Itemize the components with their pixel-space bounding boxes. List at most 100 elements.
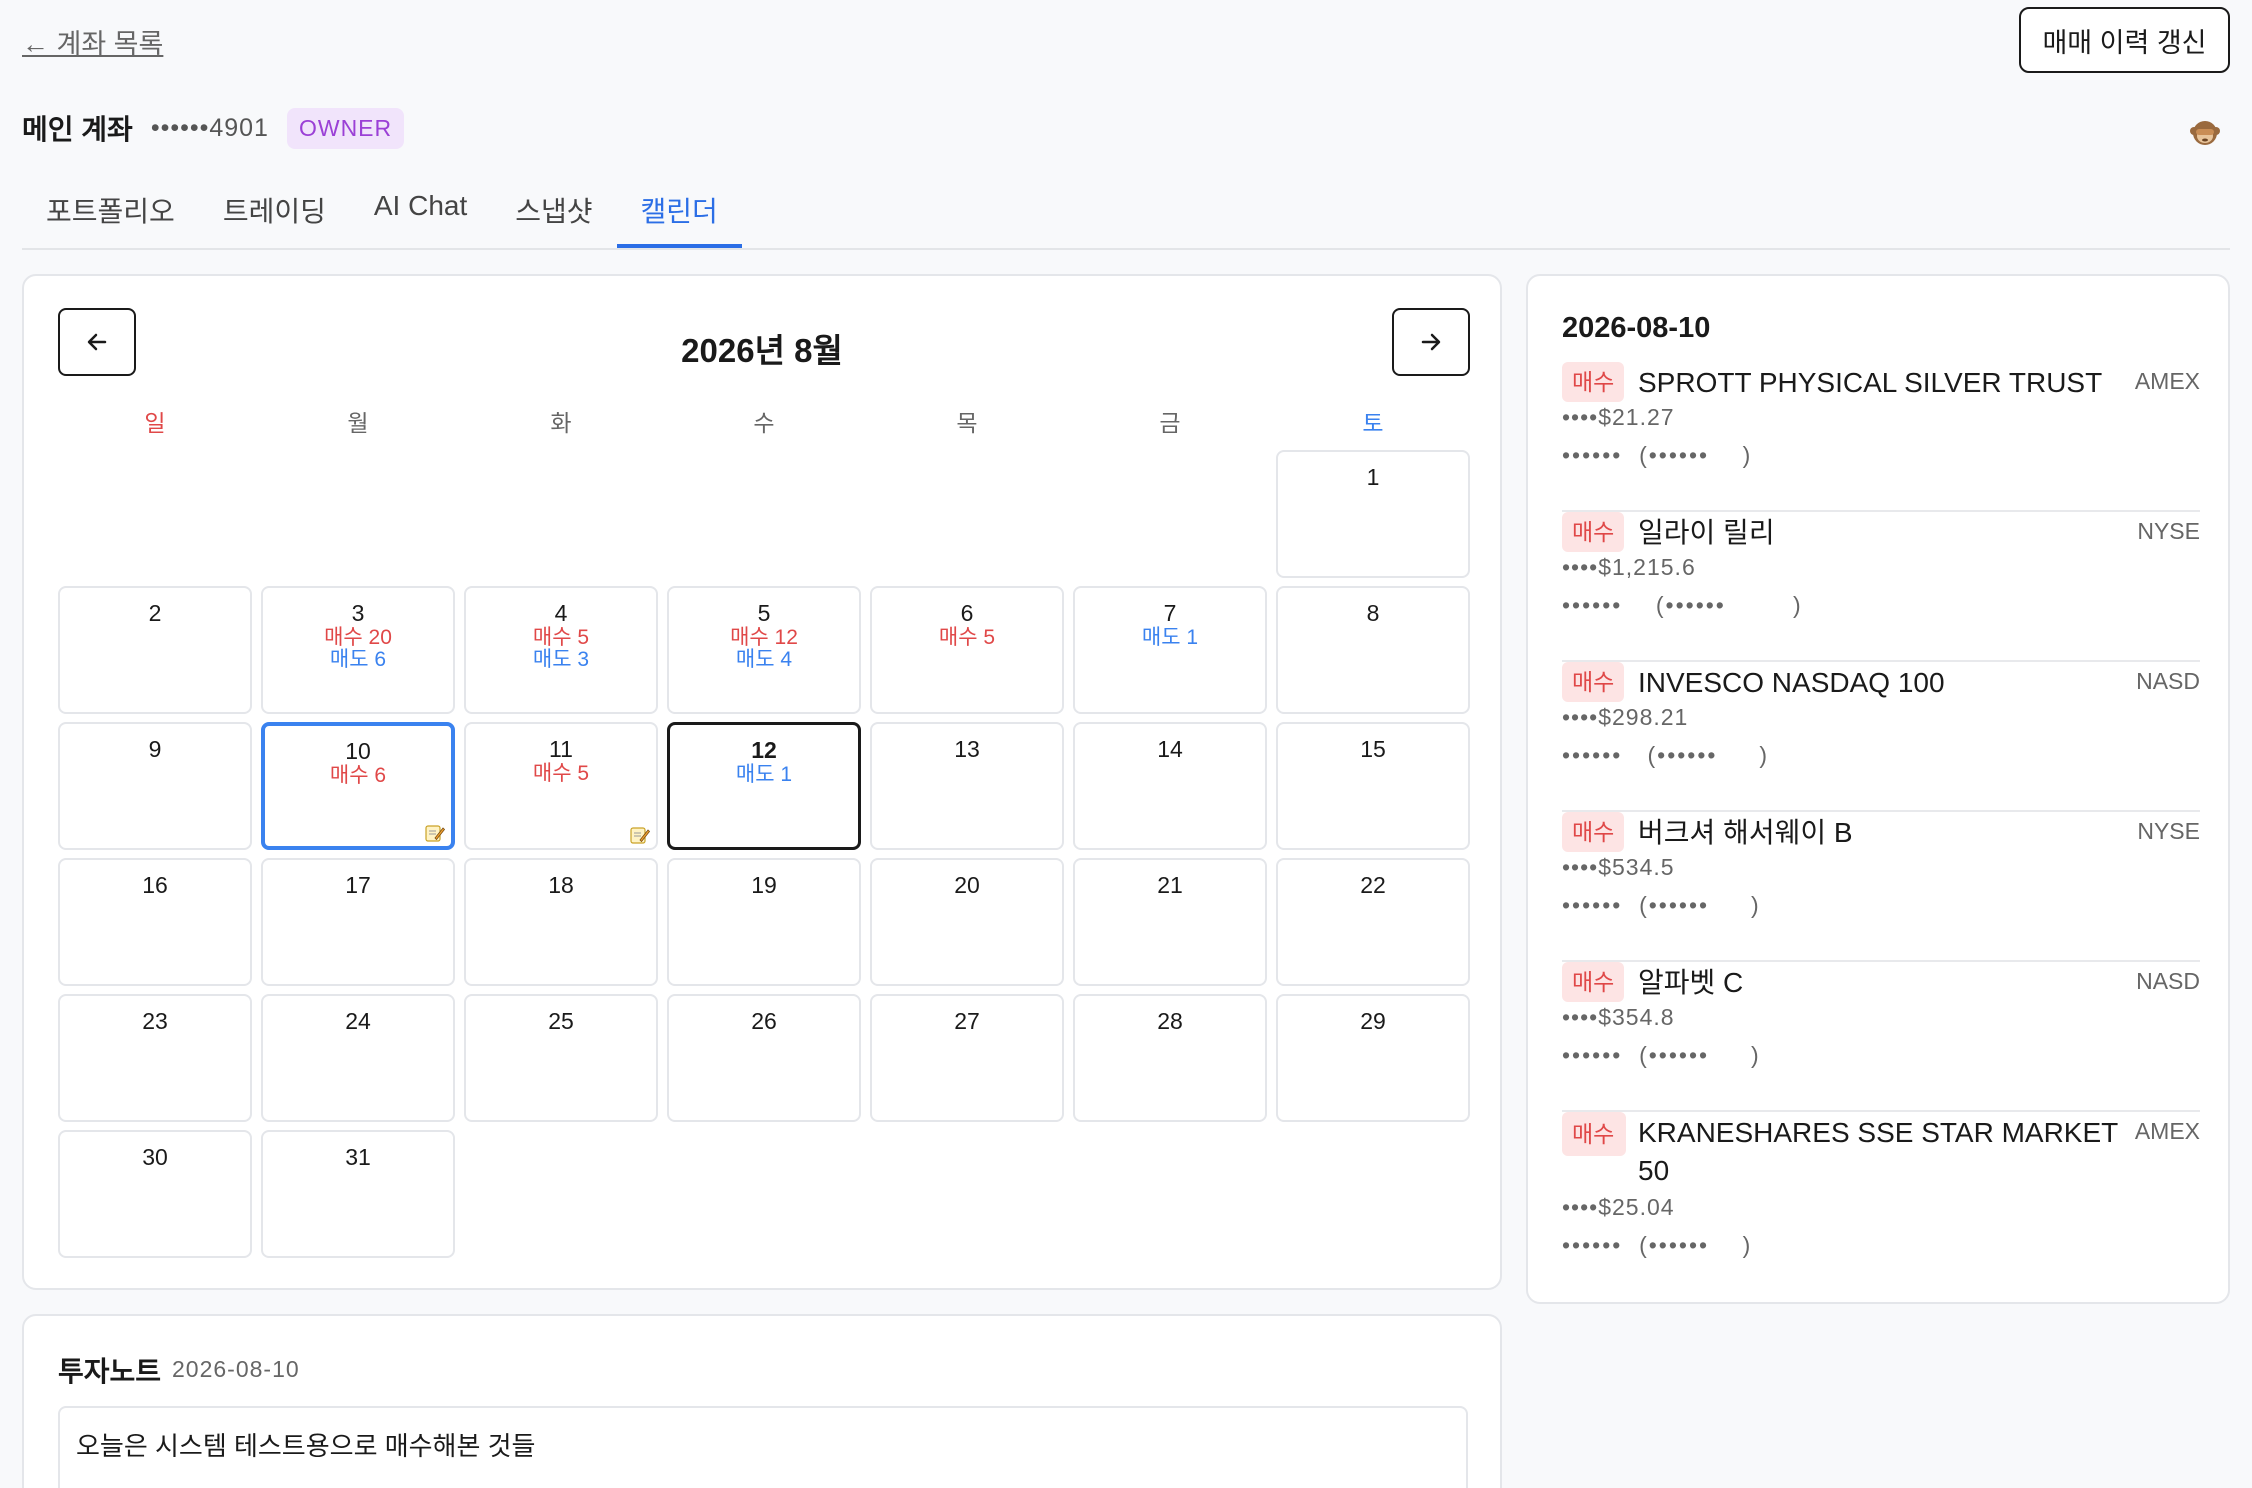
calendar-day-cell[interactable]: 3 매수 20 매도 6 [261,586,455,714]
trade-item[interactable]: 매수 INVESCO NASDAQ 100 NASD ••••$298.21 •••••… [1562,662,2200,812]
note-date: 2026-08-10 [172,1356,300,1382]
trade-quantity: •••••• (•••••• ) [1562,892,1761,918]
trade-side-badge: 매수 [1562,362,1625,402]
trade-price: ••••$21.27 [1562,404,1675,430]
day-number: 3 [351,600,365,626]
buy-count: 매수 5 [938,626,996,649]
calendar-day-cell[interactable]: 7 매도 1 [1073,586,1267,714]
calendar-day-cell[interactable]: 25 [464,994,658,1122]
account-header: 메인 계좌 ••••••4901 OWNER [22,106,405,150]
calendar-day-cell[interactable]: 18 [464,858,658,986]
trade-item[interactable]: 매수 알파벳 C NASD ••••$354.8 •••••• (•••••• ) [1562,962,2200,1112]
calendar-day-cell[interactable]: 6 매수 5 [870,586,1064,714]
trade-quantity: •••••• (•••••• ) [1562,1232,1753,1258]
buy-count: 매수 5 [532,762,590,785]
tab-snapshot[interactable]: 스냅샷 [491,178,616,248]
calendar-day-cell[interactable]: 20 [870,858,1064,986]
trade-price: ••••$534.5 [1562,854,1675,880]
trade-price: ••••$298.21 [1562,704,1689,730]
buy-count: 매수 20 [324,626,392,649]
arrow-right-icon [1421,333,1441,351]
month-title: 2026년 8월 [681,332,843,369]
calendar-day-cell[interactable]: 11 매수 5 [464,722,658,850]
trade-quantity: •••••• (•••••• ) [1562,442,1753,468]
calendar-day-cell[interactable]: 1 [1276,450,1470,578]
trade-quantity: •••••• (•••••• ) [1562,592,1803,618]
calendar-day-cell[interactable]: 10 매수 6 [261,722,455,850]
trade-side-badge: 매수 [1562,812,1625,852]
trade-item[interactable]: 매수 SPROTT PHYSICAL SILVER TRUST AMEX ••••$2… [1562,362,2200,512]
calendar-day-cell[interactable]: 31 [261,1130,455,1258]
calendar-day-cell[interactable]: 14 [1073,722,1267,850]
day-number: 26 [751,1008,777,1034]
tab-portfolio[interactable]: 포트폴리오 [22,178,199,248]
day-number: 17 [345,872,371,898]
day-number: 1 [1366,464,1380,490]
calendar-day-cell[interactable]: 19 [667,858,861,986]
day-number: 12 [751,737,777,763]
calendar-day-cell[interactable]: 5 매수 12 매도 4 [667,586,861,714]
trade-detail-panel: 2026-08-10 매수 SPROTT PHYSICAL SILVER TRUS… [1526,274,2230,1304]
day-number: 8 [1366,600,1380,626]
account-name: 메인 계좌 [22,114,133,145]
trade-exchange: NYSE [2137,518,2200,544]
role-badge: OWNER [286,107,405,149]
trade-item[interactable]: 매수 버크셔 해서웨이 B NYSE ••••$534.5 •••••• (••••••… [1562,812,2200,962]
day-number: 15 [1360,736,1386,762]
calendar-day-cell[interactable]: 8 [1276,586,1470,714]
tab-bar: 포트폴리오 트레이딩 AI Chat 스냅샷 캘린더 [22,178,2230,250]
day-number: 14 [1157,736,1183,762]
day-number: 21 [1157,872,1183,898]
tab-ai-chat[interactable]: AI Chat [350,178,491,248]
calendar-day-cell[interactable]: 24 [261,994,455,1122]
calendar-day-cell[interactable]: 17 [261,858,455,986]
trade-side-badge: 매수 [1562,662,1625,702]
trade-exchange: NASD [2136,668,2200,694]
trade-item[interactable]: 매수 KRANESHARES SSE STAR MARKET 50 AMEX ••••… [1562,1112,2200,1282]
calendar-day-cell[interactable]: 16 [58,858,252,986]
sell-count: 매도 3 [532,648,590,671]
calendar-day-cell[interactable]: 12 매도 1 [667,722,861,850]
trade-exchange: AMEX [2134,1118,2200,1144]
day-number: 31 [345,1144,371,1170]
back-to-accounts-link[interactable]: ← 계좌 목록 [22,22,163,61]
calendar-day-cell[interactable]: 29 [1276,994,1470,1122]
calendar-day-cell[interactable]: 9 [58,722,252,850]
day-number: 7 [1163,600,1177,626]
calendar-day-cell[interactable]: 4 매수 5 매도 3 [464,586,658,714]
day-number: 22 [1360,872,1386,898]
sell-count: 매도 1 [1141,626,1199,649]
trade-side-badge: 매수 [1562,512,1625,552]
tab-calendar[interactable]: 캘린더 [616,178,742,248]
calendar-day-cell[interactable]: 26 [667,994,861,1122]
trade-price: ••••$354.8 [1562,1004,1675,1030]
next-month-button[interactable] [1392,308,1470,376]
trade-item[interactable]: 매수 일라이 릴리 NYSE ••••$1,215.6 •••••• (•••••• ) [1562,512,2200,662]
day-number: 2 [148,600,162,626]
weekday-label: 토 [1362,410,1384,436]
tab-trading[interactable]: 트레이딩 [199,178,350,248]
day-number: 24 [345,1008,371,1034]
note-textarea[interactable]: 오늘은 시스템 테스트용으로 매수해본 것들 [58,1406,1468,1488]
refresh-trade-history-button[interactable]: 매매 이력 갱신 [2019,7,2230,73]
calendar-day-cell[interactable]: 15 [1276,722,1470,850]
day-number: 6 [960,600,974,626]
calendar-day-cell[interactable]: 22 [1276,858,1470,986]
weekday-label: 화 [550,410,572,436]
day-number: 18 [548,872,574,898]
sell-count: 매도 4 [735,648,793,671]
calendar-day-cell[interactable]: 27 [870,994,1064,1122]
calendar-day-cell[interactable]: 21 [1073,858,1267,986]
weekday-label: 수 [753,410,775,436]
see-no-evil-monkey-icon[interactable] [2190,119,2220,147]
memo-icon [425,824,446,842]
trade-side-badge: 매수 [1562,962,1625,1002]
trade-security-name: 버크셔 해서웨이 B [1638,817,1853,848]
calendar-day-cell[interactable]: 2 [58,586,252,714]
day-number: 9 [148,736,162,762]
calendar-day-cell[interactable]: 23 [58,994,252,1122]
calendar-day-cell[interactable]: 13 [870,722,1064,850]
calendar-day-cell[interactable]: 28 [1073,994,1267,1122]
calendar-day-cell[interactable]: 30 [58,1130,252,1258]
trade-quantity: •••••• (•••••• ) [1562,742,1770,768]
